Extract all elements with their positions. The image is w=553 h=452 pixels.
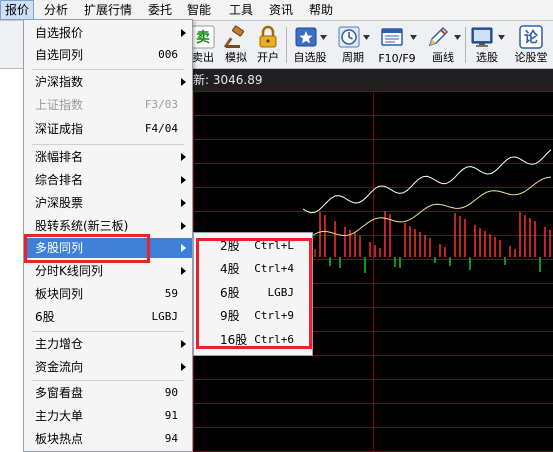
menu-item-shangzheng-zhishu: 上证指数 F3/03	[35, 98, 178, 112]
price-line	[302, 149, 552, 214]
sell-icon: 卖	[191, 25, 215, 49]
chevron-down-icon[interactable]	[320, 35, 327, 41]
menu-separator	[32, 331, 184, 332]
forum-button[interactable]: 论 论股堂	[510, 23, 552, 67]
lock-icon	[259, 25, 277, 48]
chevron-down-icon[interactable]	[410, 35, 417, 41]
average-price-line	[302, 176, 552, 244]
volume-bars	[314, 211, 551, 273]
menu-baojia[interactable]: 报价	[0, 0, 35, 20]
chevron-right-icon	[181, 199, 186, 207]
chevron-down-icon[interactable]	[363, 35, 370, 41]
f10-f9-button[interactable]: F10/F9	[375, 23, 419, 67]
menu-item-bankuai-redian[interactable]: 板块热点 94	[24, 429, 192, 449]
menu-item-hushen-zhishu[interactable]: 沪深指数	[24, 72, 192, 92]
latest-index-value: 新: 3046.89	[193, 73, 263, 87]
simulate-button[interactable]: 模拟	[220, 23, 252, 67]
draw-line-button[interactable]: 画线	[423, 23, 463, 67]
menu-separator	[32, 144, 184, 145]
chevron-right-icon	[181, 340, 186, 348]
chevron-right-icon	[181, 222, 186, 230]
menu-weituo[interactable]: 委托	[144, 0, 176, 20]
menu-item-zixuan-baojia[interactable]: 自选报价	[24, 23, 192, 43]
menu-fenxi[interactable]: 分析	[40, 0, 72, 20]
highlight-box-menu-item	[24, 234, 150, 263]
chevron-right-icon	[181, 29, 186, 37]
watchlist-button[interactable]: 自选股	[290, 23, 330, 67]
pencil-icon	[428, 26, 449, 47]
menu-item-zhuli-zengcang[interactable]: 主力增仓	[24, 334, 192, 354]
menu-item-zijin-liuxiang[interactable]: 资金流向	[24, 357, 192, 377]
open-account-button[interactable]: 开户	[253, 23, 283, 67]
highlight-box-submenu	[196, 238, 312, 349]
chevron-down-icon[interactable]	[454, 35, 461, 41]
menu-zixun[interactable]: 资讯	[265, 0, 297, 20]
menu-item-zhangfu-paiming[interactable]: 涨幅排名	[24, 147, 192, 167]
menu-bar: 报价 分析 扩展行情 委托 智能 工具 资讯 帮助	[0, 0, 553, 21]
menu-item-duochuang-kanpan[interactable]: 多窗看盘 90	[24, 383, 192, 403]
menu-item-zhuli-dadan[interactable]: 主力大单 91	[24, 406, 192, 426]
menu-item-fenshi-kxian-tonglie[interactable]: 分时K线同列	[24, 261, 192, 281]
star-folder-icon	[295, 27, 317, 47]
menu-item-zixuan-tonglie[interactable]: 自选同列 006	[24, 45, 192, 65]
menu-gongju[interactable]: 工具	[225, 0, 257, 20]
menu-kuozhan-hangqing[interactable]: 扩展行情	[80, 0, 136, 20]
toolbar-separator	[465, 27, 466, 63]
forum-icon: 论	[519, 25, 543, 49]
menu-item-zonghe-paiming[interactable]: 综合排名	[24, 170, 192, 190]
chart-header: 新: 3046.89	[193, 69, 553, 91]
menu-zhineng[interactable]: 智能	[183, 0, 215, 20]
svg-text:论: 论	[524, 29, 539, 46]
chevron-right-icon	[181, 176, 186, 184]
menu-item-6gu[interactable]: 6股 LGBJ	[24, 307, 192, 327]
menu-bangzhu[interactable]: 帮助	[305, 0, 337, 20]
menu-separator	[32, 69, 184, 70]
document-icon	[381, 28, 403, 46]
chevron-right-icon	[181, 267, 186, 275]
chevron-right-icon	[181, 363, 186, 371]
svg-text:卖: 卖	[196, 29, 210, 46]
chevron-right-icon	[181, 153, 186, 161]
menu-item-hushen-gupiao[interactable]: 沪深股票	[24, 193, 192, 213]
menu-item-guzhuan-xitong[interactable]: 股转系统(新三板)	[24, 216, 192, 236]
period-button[interactable]: 周期	[334, 23, 372, 67]
menu-item-bankuai-tonglie[interactable]: 板块同列 59	[24, 284, 192, 304]
monitor-icon	[471, 27, 493, 47]
clock-icon	[338, 26, 360, 48]
stock-picker-button[interactable]: 选股	[467, 23, 507, 67]
toolbar-separator	[286, 27, 287, 63]
chevron-right-icon	[181, 244, 186, 252]
menu-item-shenzheng-chengzhi[interactable]: 深证成指 F4/04	[24, 119, 192, 139]
chevron-right-icon	[181, 78, 186, 86]
gavel-icon	[224, 25, 244, 49]
chevron-down-icon[interactable]	[498, 35, 505, 41]
menu-separator	[32, 380, 184, 381]
